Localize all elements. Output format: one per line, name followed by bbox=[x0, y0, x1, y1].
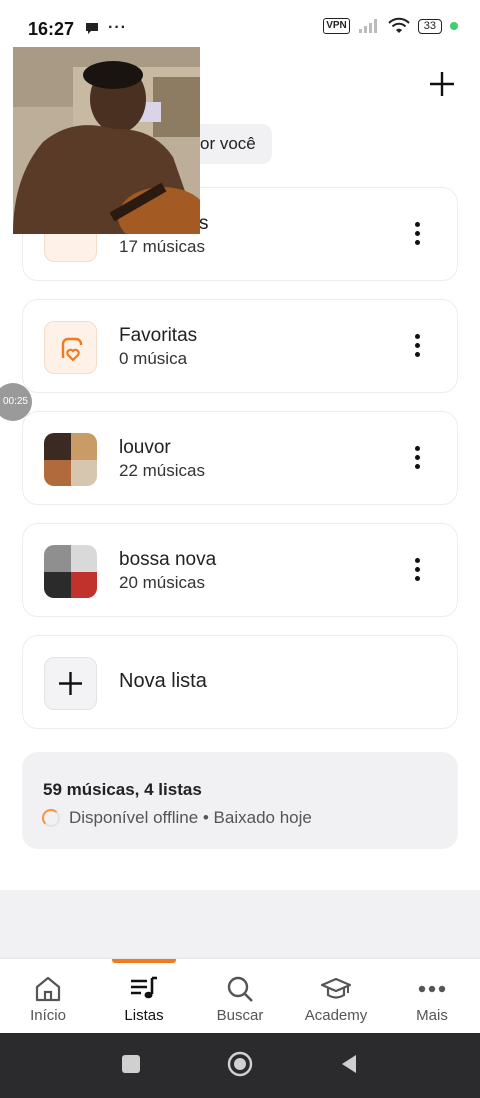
for-you-chip-label: or você bbox=[200, 134, 256, 153]
recent-apps-icon[interactable] bbox=[120, 1053, 142, 1075]
download-progress-icon bbox=[42, 809, 60, 827]
summary-subtitle: Disponível offline • Baixado hoje bbox=[69, 808, 312, 827]
system-navigation-bar bbox=[0, 1033, 480, 1098]
playlist-title: s bbox=[199, 213, 209, 234]
add-icon[interactable] bbox=[428, 70, 456, 98]
playlist-menu-icon[interactable] bbox=[415, 334, 421, 358]
plus-icon bbox=[59, 672, 82, 695]
heart-list-icon bbox=[61, 337, 83, 362]
playlist-count: 17 músicas bbox=[119, 237, 205, 256]
nav-listas[interactable]: Listas bbox=[96, 959, 192, 1034]
nav-mais[interactable]: Mais bbox=[384, 959, 480, 1034]
wifi-icon bbox=[388, 17, 410, 33]
playlist-thumb bbox=[44, 321, 97, 374]
home-icon bbox=[35, 976, 61, 1002]
camera-indicator-dot bbox=[450, 22, 458, 30]
playlist-title: Favoritas bbox=[119, 325, 198, 346]
back-icon[interactable] bbox=[338, 1053, 360, 1075]
nav-label: Início bbox=[30, 1007, 66, 1024]
graduation-cap-icon bbox=[320, 977, 352, 999]
nav-label: Listas bbox=[124, 1007, 164, 1024]
webcam-overlay bbox=[13, 47, 200, 234]
battery-icon: 33 bbox=[417, 18, 442, 34]
search-icon bbox=[227, 976, 253, 1002]
webcam-person-image bbox=[13, 47, 200, 234]
nav-label: Mais bbox=[416, 1007, 448, 1024]
home-button-icon[interactable] bbox=[227, 1051, 253, 1077]
playlist-title: louvor bbox=[119, 437, 171, 458]
new-list-thumb bbox=[44, 657, 97, 710]
nav-buscar[interactable]: Buscar bbox=[192, 959, 288, 1034]
new-list-label: Nova lista bbox=[119, 670, 207, 692]
vpn-icon: VPN bbox=[323, 18, 350, 34]
playlist-menu-icon[interactable] bbox=[415, 558, 421, 582]
playlist-cover-mosaic bbox=[44, 545, 97, 598]
playlist-count: 0 música bbox=[119, 349, 188, 368]
notification-icons: ··· bbox=[84, 19, 127, 37]
nav-label: Academy bbox=[304, 1007, 368, 1024]
more-notifications-icon: ··· bbox=[108, 19, 127, 36]
more-icon bbox=[418, 985, 446, 993]
nav-inicio[interactable]: Início bbox=[0, 959, 96, 1034]
nav-label: Buscar bbox=[216, 1007, 264, 1024]
summary-title: 59 músicas, 4 listas bbox=[43, 780, 202, 799]
playlist-title: bossa nova bbox=[119, 549, 217, 570]
playlist-card[interactable]: louvor 22 músicas bbox=[22, 411, 458, 505]
playlist-count: 22 músicas bbox=[119, 461, 205, 480]
status-right-icons: VPN 33 bbox=[323, 17, 458, 35]
chat-bubble-icon bbox=[86, 23, 98, 34]
playlist-icon bbox=[131, 976, 157, 999]
bottom-navigation: Início Listas Buscar Academy Mais bbox=[0, 958, 480, 1033]
signal-icon bbox=[358, 19, 377, 33]
playlist-card[interactable]: bossa nova 20 músicas bbox=[22, 523, 458, 617]
playlist-menu-icon[interactable] bbox=[415, 222, 421, 246]
offline-summary: 59 músicas, 4 listas Disponível offline … bbox=[22, 752, 458, 849]
playlist-menu-icon[interactable] bbox=[415, 446, 421, 470]
playlist-card[interactable]: Favoritas 0 música bbox=[22, 299, 458, 393]
status-time: 16:27 bbox=[28, 19, 75, 39]
playlist-cover-mosaic bbox=[44, 433, 97, 486]
new-list-button[interactable]: Nova lista bbox=[22, 635, 458, 729]
content-gap bbox=[0, 890, 480, 958]
nav-academy[interactable]: Academy bbox=[288, 959, 384, 1034]
playlist-count: 20 músicas bbox=[119, 573, 205, 592]
